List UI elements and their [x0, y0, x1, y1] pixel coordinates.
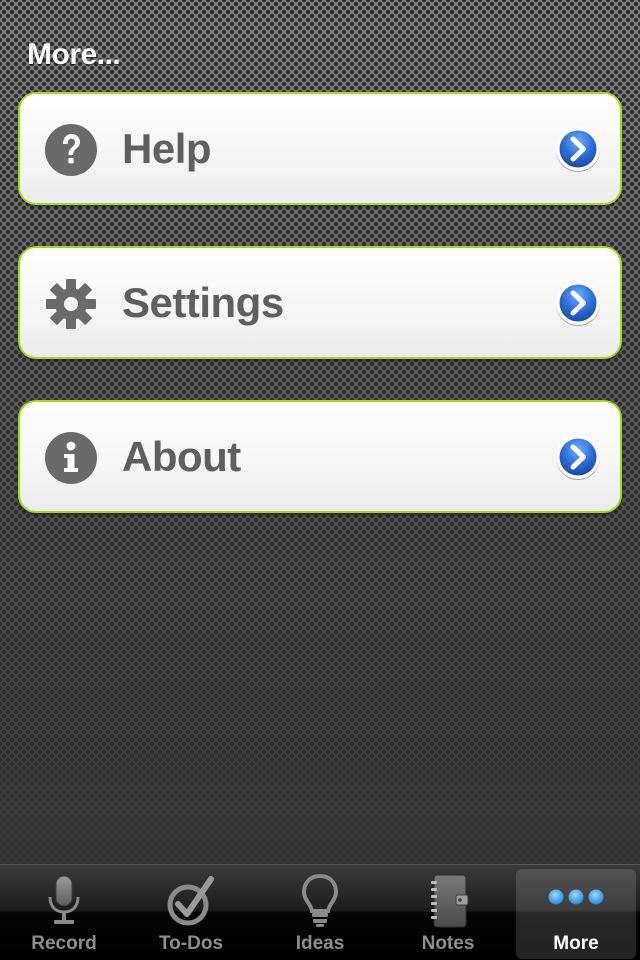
tab-more[interactable]: More — [516, 869, 636, 959]
tab-todos[interactable]: To-Dos — [131, 869, 251, 959]
tab-ideas[interactable]: Ideas — [260, 869, 380, 959]
tab-label: To-Dos — [158, 933, 224, 954]
chevron-right-icon[interactable] — [554, 125, 602, 173]
menu-item-label: Settings — [122, 279, 284, 326]
notebook-icon — [418, 873, 478, 929]
lightbulb-icon — [290, 873, 350, 929]
menu-item-about[interactable]: About — [18, 400, 622, 513]
tab-notes[interactable]: Notes — [388, 869, 508, 959]
gear-icon — [44, 277, 98, 331]
microphone-icon — [34, 873, 94, 929]
page-title: More... — [27, 38, 121, 71]
menu-list: Help Settings About — [18, 92, 622, 554]
menu-item-help[interactable]: Help — [18, 92, 622, 205]
checkmark-icon — [161, 873, 221, 929]
more-dots-icon — [546, 873, 606, 929]
tab-label: Ideas — [295, 933, 345, 954]
menu-item-label: Help — [122, 125, 212, 172]
info-icon — [44, 431, 98, 485]
chevron-right-icon[interactable] — [554, 433, 602, 481]
tab-bar: Record To-Dos Ideas Notes More — [0, 864, 640, 960]
more-screen: More... Help Settings About — [0, 0, 640, 864]
tab-label: Record — [31, 933, 97, 954]
chevron-right-icon[interactable] — [554, 279, 602, 327]
menu-item-settings[interactable]: Settings — [18, 246, 622, 359]
tab-record[interactable]: Record — [4, 869, 124, 959]
menu-item-label: About — [122, 433, 241, 480]
help-icon — [44, 123, 98, 177]
tab-label: Notes — [421, 933, 475, 954]
tab-label: More — [553, 933, 599, 954]
